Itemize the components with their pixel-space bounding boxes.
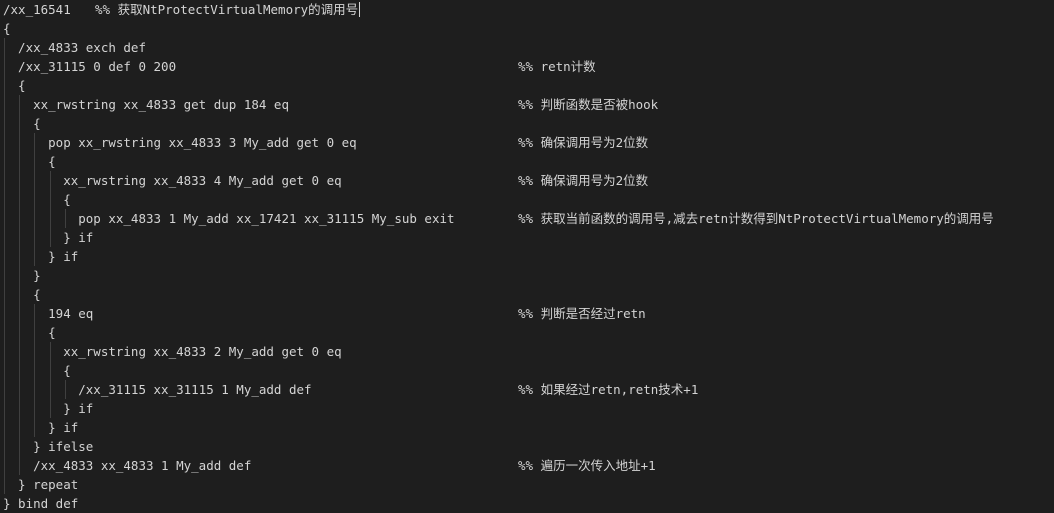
code-line-12[interactable]: pop xx_4833 1 My_add xx_17421 xx_31115 M…: [0, 209, 994, 228]
code-line-21[interactable]: /xx_31115 xx_31115 1 My_add def %% 如果经过r…: [0, 380, 698, 399]
line-code: pop xx_rwstring xx_4833 3 My_add get 0 e…: [3, 135, 357, 150]
line-code: 194 eq: [3, 306, 94, 321]
code-line-7[interactable]: {: [0, 114, 41, 133]
line-comment: %% 如果经过retn,retn技术+1: [518, 382, 699, 397]
code-editor[interactable]: /xx_16541 %% 获取NtProtectVirtualMemory的调用…: [0, 0, 1054, 513]
line-comment: %% 遍历一次传入地址+1: [518, 458, 656, 473]
line-code: xx_rwstring xx_4833 2 My_add get 0 eq: [3, 344, 342, 359]
text-cursor: [359, 2, 361, 17]
line-code: } ifelse: [3, 439, 94, 454]
line-code: } if: [3, 249, 79, 264]
line-code: {: [3, 78, 26, 93]
line-comment: %% 确保调用号为2位数: [518, 135, 649, 150]
line-comment: %% 获取NtProtectVirtualMemory的调用号: [95, 2, 361, 17]
code-line-11[interactable]: {: [0, 190, 71, 209]
line-code: } if: [3, 420, 79, 435]
code-line-23[interactable]: } if: [0, 418, 78, 437]
line-code: xx_rwstring xx_4833 4 My_add get 0 eq: [3, 173, 342, 188]
line-comment: %% 确保调用号为2位数: [518, 173, 649, 188]
code-line-25[interactable]: /xx_4833 xx_4833 1 My_add def %% 遍历一次传入地…: [0, 456, 656, 475]
line-code: /xx_4833 exch def: [3, 40, 146, 55]
code-line-14[interactable]: } if: [0, 247, 78, 266]
code-line-4[interactable]: /xx_31115 0 def 0 200 %% retn计数: [0, 57, 596, 76]
code-line-26[interactable]: } repeat: [0, 475, 78, 494]
code-line-3[interactable]: /xx_4833 exch def: [0, 38, 146, 57]
line-code: {: [3, 116, 41, 131]
line-code: } repeat: [3, 477, 79, 492]
code-line-20[interactable]: {: [0, 361, 71, 380]
code-line-18[interactable]: {: [0, 323, 56, 342]
line-code: }: [3, 268, 41, 283]
line-comment: %% retn计数: [518, 59, 596, 74]
code-line-16[interactable]: {: [0, 285, 41, 304]
line-comment: %% 判断是否经过retn: [518, 306, 646, 321]
code-line-9[interactable]: {: [0, 152, 56, 171]
line-comment: %% 获取当前函数的调用号,减去retn计数得到NtProtectVirtual…: [518, 211, 994, 226]
code-line-24[interactable]: } ifelse: [0, 437, 93, 456]
code-line-6[interactable]: xx_rwstring xx_4833 get dup 184 eq %% 判断…: [0, 95, 658, 114]
line-code: {: [3, 154, 56, 169]
code-line-27[interactable]: } bind def: [0, 494, 78, 513]
code-line-19[interactable]: xx_rwstring xx_4833 2 My_add get 0 eq: [0, 342, 341, 361]
code-line-2[interactable]: {: [0, 19, 30, 38]
line-code: {: [3, 363, 71, 378]
line-code: } bind def: [3, 496, 79, 511]
line-code: {: [3, 325, 56, 340]
line-code: {: [3, 192, 71, 207]
line-code: {: [3, 21, 11, 36]
code-line-5[interactable]: {: [0, 76, 30, 95]
code-line-15[interactable]: }: [0, 266, 41, 285]
line-code: /xx_31115 xx_31115 1 My_add def: [3, 382, 312, 397]
code-line-10[interactable]: xx_rwstring xx_4833 4 My_add get 0 eq %%…: [0, 171, 648, 190]
line-code: /xx_16541: [3, 2, 94, 17]
line-code: /xx_4833 xx_4833 1 My_add def: [3, 458, 252, 473]
line-code: xx_rwstring xx_4833 get dup 184 eq: [3, 97, 289, 112]
code-line-8[interactable]: pop xx_rwstring xx_4833 3 My_add get 0 e…: [0, 133, 648, 152]
line-code: {: [3, 287, 41, 302]
line-code: /xx_31115 0 def 0 200: [3, 59, 177, 74]
code-line-13[interactable]: } if: [0, 228, 93, 247]
line-code: pop xx_4833 1 My_add xx_17421 xx_31115 M…: [3, 211, 455, 226]
code-line-1[interactable]: /xx_16541 %% 获取NtProtectVirtualMemory的调用…: [0, 0, 361, 19]
line-comment: %% 判断函数是否被hook: [518, 97, 659, 112]
code-line-17[interactable]: 194 eq %% 判断是否经过retn: [0, 304, 646, 323]
code-line-22[interactable]: } if: [0, 399, 93, 418]
line-code: } if: [3, 401, 94, 416]
line-code: } if: [3, 230, 94, 245]
